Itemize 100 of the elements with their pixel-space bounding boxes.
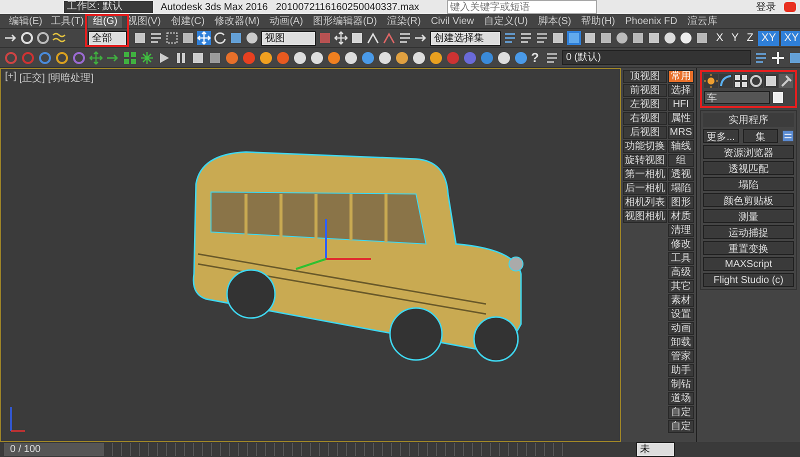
tool-tab[interactable]: 动画 bbox=[668, 322, 694, 335]
circle-icon[interactable] bbox=[72, 50, 86, 64]
menu-item[interactable]: 渲云库 bbox=[682, 14, 722, 28]
select-list-icon[interactable] bbox=[149, 31, 163, 45]
tool-tab[interactable]: 道场 bbox=[668, 392, 694, 405]
view-button[interactable]: 顶视图 bbox=[622, 70, 667, 83]
view-button[interactable]: 前视图 bbox=[622, 84, 667, 97]
tool-tab[interactable]: 组 bbox=[668, 154, 694, 167]
axis-constraint-button[interactable]: XY bbox=[781, 30, 800, 46]
panel-tab[interactable] bbox=[719, 74, 733, 88]
panel-tab[interactable] bbox=[734, 74, 748, 88]
menu-item[interactable]: 修改器(M) bbox=[210, 14, 265, 28]
menu-item[interactable]: Civil View bbox=[426, 16, 479, 26]
circle-icon[interactable] bbox=[38, 50, 52, 64]
utility-button[interactable]: Flight Studio (c) bbox=[703, 273, 794, 287]
view-button[interactable]: 后一相机 bbox=[622, 182, 667, 195]
tool-tab[interactable]: 轴线 bbox=[668, 140, 694, 153]
view-button[interactable]: 视图相机 bbox=[622, 210, 667, 223]
reference-coordinate-dropdown[interactable]: 视图 bbox=[261, 30, 316, 46]
sphere-icon[interactable] bbox=[245, 31, 259, 45]
utility-button[interactable]: 运动捕捉 bbox=[703, 225, 794, 239]
tool-tab[interactable]: 材质 bbox=[668, 210, 694, 223]
more-button[interactable]: 更多... bbox=[703, 129, 738, 143]
menu-item[interactable]: 帮助(H) bbox=[576, 14, 620, 28]
tool-tab[interactable]: HFI bbox=[668, 98, 694, 111]
utility-button[interactable]: 透视匹配 bbox=[703, 161, 794, 175]
utility-button[interactable]: 塌陷 bbox=[703, 177, 794, 191]
play-icon[interactable] bbox=[157, 50, 171, 64]
tool-tab[interactable]: 属性 bbox=[668, 112, 694, 125]
tool-tab[interactable]: 选择 bbox=[668, 84, 694, 97]
menu-item[interactable]: 工具(T) bbox=[46, 14, 88, 28]
wave-icon[interactable] bbox=[52, 31, 66, 45]
tool-tab[interactable]: 工具 bbox=[668, 252, 694, 265]
workspace-dropdown[interactable]: 工作区: 默认 bbox=[64, 1, 153, 13]
menu-item[interactable]: 创建(C) bbox=[166, 14, 210, 28]
selection-filter-dropdown[interactable]: 全部 bbox=[88, 30, 127, 46]
status-dropdown[interactable]: 未 bbox=[636, 442, 675, 457]
tool-tab[interactable]: 卸载 bbox=[668, 336, 694, 349]
utility-button[interactable]: 测量 bbox=[703, 209, 794, 223]
help-button[interactable]: ? bbox=[531, 50, 539, 65]
panel-tab[interactable] bbox=[704, 74, 718, 88]
stop-icon[interactable] bbox=[191, 50, 205, 64]
slider-thumb[interactable]: 0 / 100 bbox=[4, 443, 104, 456]
rotate-icon[interactable] bbox=[213, 31, 227, 45]
tool-tab[interactable]: MRS bbox=[668, 126, 694, 139]
tool-tab[interactable]: 透视 bbox=[668, 168, 694, 181]
pause-icon[interactable] bbox=[174, 50, 188, 64]
move-icon[interactable] bbox=[89, 50, 103, 64]
circle-icon[interactable] bbox=[55, 50, 69, 64]
viewport-label[interactable]: [+] bbox=[5, 71, 16, 85]
utility-button[interactable]: 重置变换 bbox=[703, 241, 794, 255]
menu-item[interactable]: 渲染(R) bbox=[382, 14, 426, 28]
viewport-label[interactable]: [明暗处理] bbox=[48, 71, 94, 85]
panel-tab[interactable] bbox=[749, 74, 763, 88]
view-button[interactable]: 后视图 bbox=[622, 126, 667, 139]
tool-tab[interactable]: 塌陷 bbox=[668, 182, 694, 195]
menu-item[interactable]: 编辑(E) bbox=[4, 14, 46, 28]
named-selection-dropdown[interactable]: 创建选择集 bbox=[430, 30, 501, 46]
layer-dropdown[interactable]: 0 (默认) bbox=[562, 50, 751, 65]
rollout-title[interactable]: 实用程序 bbox=[703, 113, 794, 127]
view-button[interactable]: 旋转视图 bbox=[622, 154, 667, 167]
star-icon[interactable] bbox=[140, 50, 154, 64]
menu-item[interactable]: 图形编辑器(D) bbox=[308, 14, 382, 28]
sets-button[interactable]: 集 bbox=[742, 129, 778, 143]
tool-tab[interactable]: 设置 bbox=[668, 308, 694, 321]
view-button[interactable]: 相机列表 bbox=[622, 196, 667, 209]
tool-tab[interactable]: 图形 bbox=[668, 196, 694, 209]
menu-item[interactable]: 动画(A) bbox=[264, 14, 308, 28]
tool-tab[interactable]: 素材 bbox=[668, 294, 694, 307]
tool-tab[interactable]: 助手 bbox=[668, 364, 694, 377]
viewport[interactable]: [+] [正交] [明暗处理] bbox=[0, 68, 621, 442]
axis-constraint-button[interactable]: XY bbox=[758, 30, 780, 46]
tool-tab[interactable]: 清理 bbox=[668, 224, 694, 237]
plus-icon[interactable] bbox=[770, 50, 785, 64]
panel-tab[interactable] bbox=[779, 74, 793, 88]
view-button[interactable]: 功能切换 bbox=[622, 140, 667, 153]
tool-tab[interactable]: 其它 bbox=[668, 280, 694, 293]
utility-button[interactable]: MAXScript bbox=[703, 257, 794, 271]
view-button[interactable]: 右视图 bbox=[622, 112, 667, 125]
color-swatch[interactable] bbox=[773, 92, 783, 103]
menu-item[interactable]: 自定义(U) bbox=[478, 14, 533, 28]
utility-button[interactable]: 颜色剪贴板 bbox=[703, 193, 794, 207]
tool-tab[interactable]: 制钻 bbox=[668, 378, 694, 391]
menu-item[interactable]: 脚本(S) bbox=[532, 14, 576, 28]
view-button[interactable]: 左视图 bbox=[622, 98, 667, 111]
menu-item[interactable]: Phoenix FD bbox=[620, 16, 682, 26]
menu-item[interactable]: 视图(V) bbox=[122, 14, 166, 28]
view-button[interactable]: 第一相机 bbox=[622, 168, 667, 181]
material-icon[interactable] bbox=[615, 31, 629, 45]
search-field[interactable]: 键入关键字或短语 bbox=[447, 0, 598, 14]
utility-button[interactable]: 资源浏览器 bbox=[703, 145, 794, 159]
tool-tab[interactable]: 修改 bbox=[668, 238, 694, 251]
configure-icon[interactable] bbox=[782, 130, 794, 142]
select-rect-icon[interactable] bbox=[165, 31, 179, 45]
tool-tab[interactable]: 管家 bbox=[668, 350, 694, 363]
object-name-field[interactable]: 车 bbox=[704, 91, 770, 104]
tool-tab[interactable]: 自定 bbox=[668, 406, 694, 419]
tool-tab[interactable]: 高级 bbox=[668, 266, 694, 279]
tool-tab[interactable]: 自定 bbox=[668, 420, 694, 433]
grid-icon[interactable] bbox=[123, 50, 137, 64]
